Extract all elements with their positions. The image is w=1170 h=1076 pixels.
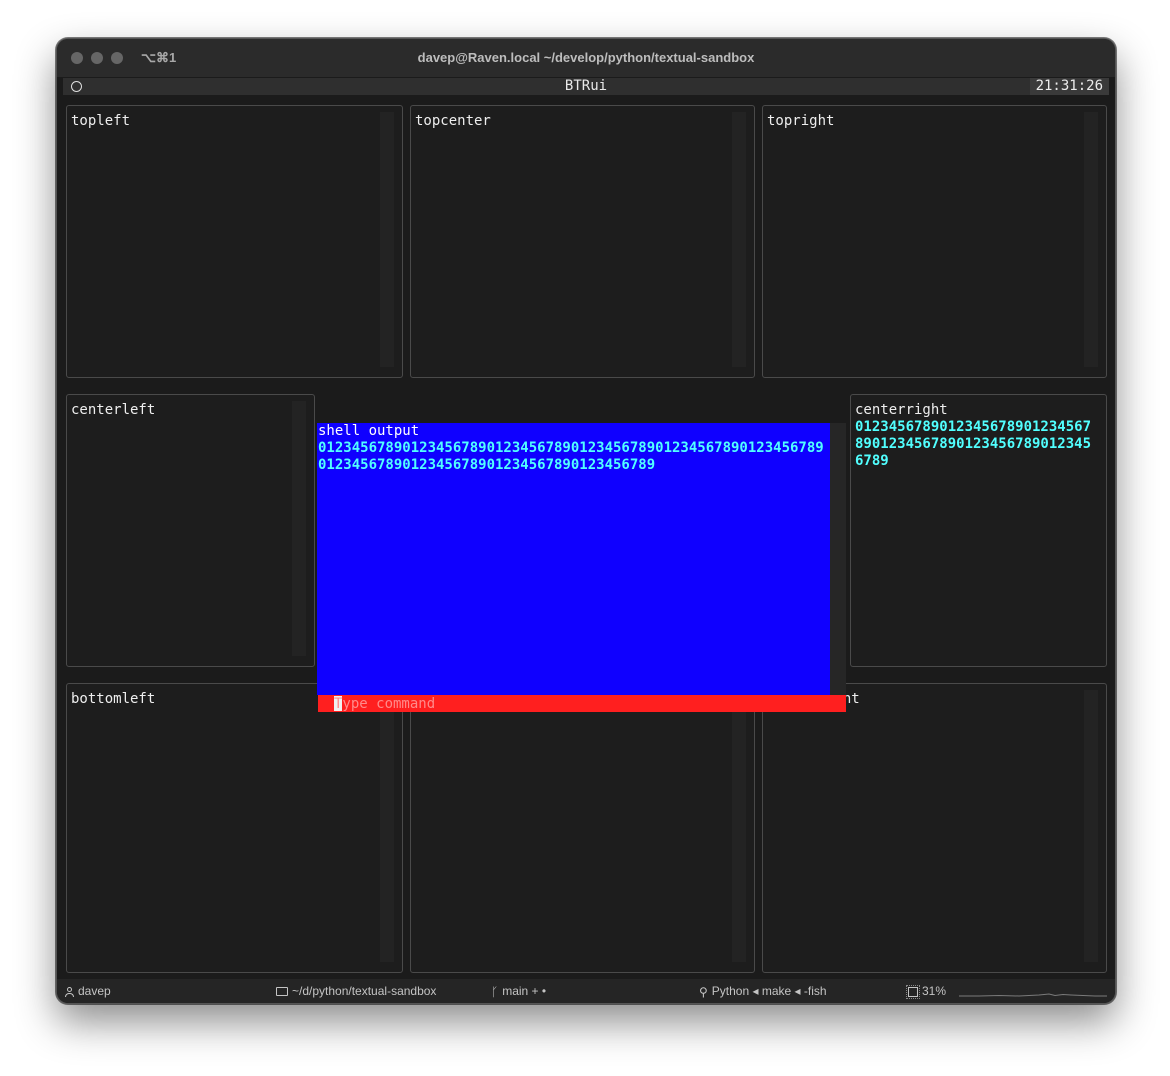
scrollbar-track[interactable] [380, 690, 394, 962]
panel-bottomleft[interactable]: bottomleft [66, 683, 403, 973]
panel-centerleft[interactable]: centerleft [66, 394, 315, 667]
shell-scrollbar[interactable] [830, 423, 846, 695]
folder-icon [276, 987, 288, 997]
terminal-content: BTRui 21:31:26 topleft topcenter toprigh… [57, 77, 1115, 979]
status-path-label: ~/d/python/textual-sandbox [292, 984, 437, 998]
panel-label: topcenter [415, 113, 491, 129]
status-branch: ᚴ main + • [491, 984, 546, 999]
process-icon: ⚲ [699, 984, 708, 999]
scrollbar-track[interactable] [732, 112, 746, 367]
status-process: ⚲ Python ◂ make ◂ -fish [699, 984, 827, 999]
command-input[interactable] [334, 695, 834, 712]
user-icon [65, 986, 74, 997]
scrollbar-track[interactable] [1084, 112, 1098, 367]
scrollbar-track[interactable] [732, 690, 746, 962]
cpu-icon [906, 984, 920, 999]
git-branch-icon: ᚴ [491, 984, 499, 999]
shell-output-text: 0123456789012345678901234567890123456789… [318, 440, 824, 473]
panel-centerright[interactable]: centerright 0123456789012345678901234567… [850, 394, 1107, 667]
scrollbar-track[interactable] [292, 401, 306, 656]
terminal-window: ⌥⌘1 davep@Raven.local ~/develop/python/t… [56, 38, 1116, 1004]
panel-label: bottomleft [71, 691, 156, 707]
panel-label: topleft [71, 113, 131, 129]
status-branch-label: main + • [502, 984, 547, 998]
app-title: BTRui [564, 78, 608, 94]
status-user: davep [65, 984, 111, 998]
centerright-output: 0123456789012345678901234567890123456789… [855, 419, 1092, 469]
cpu-history-graph [959, 993, 1107, 997]
panel-label: topright [767, 113, 835, 129]
status-bar: davep ~/d/python/textual-sandbox ᚴ main +… [57, 979, 1115, 1003]
status-cpu: 31% [906, 984, 947, 999]
shell-output-title: shell output [318, 423, 420, 439]
status-process-label: Python ◂ make ◂ -fish [711, 984, 827, 998]
scrollbar-track[interactable] [1084, 690, 1098, 962]
panel-bottomcenter[interactable]: bottomcenter [410, 683, 755, 973]
window-title: davep@Raven.local ~/develop/python/textu… [417, 50, 755, 65]
panel-bottomright[interactable]: bottomright [762, 683, 1107, 973]
panel-topright[interactable]: topright [762, 105, 1107, 378]
status-user-label: davep [78, 984, 111, 998]
panel-topcenter[interactable]: topcenter [410, 105, 755, 378]
app-header: BTRui 21:31:26 [63, 78, 1109, 95]
header-clock: 21:31:26 [1029, 78, 1109, 95]
status-path: ~/d/python/textual-sandbox [276, 984, 436, 998]
window-titlebar: ⌥⌘1 davep@Raven.local ~/develop/python/t… [57, 39, 1115, 77]
panel-topleft[interactable]: topleft [66, 105, 403, 378]
shell-output-panel[interactable]: shell output 012345678901234567890123456… [317, 423, 830, 695]
scrollbar-track[interactable] [380, 112, 394, 367]
panel-label: centerleft [71, 402, 156, 418]
status-cpu-label: 31% [922, 984, 947, 998]
command-bar[interactable] [318, 695, 846, 712]
panel-label: centerright [855, 402, 948, 418]
